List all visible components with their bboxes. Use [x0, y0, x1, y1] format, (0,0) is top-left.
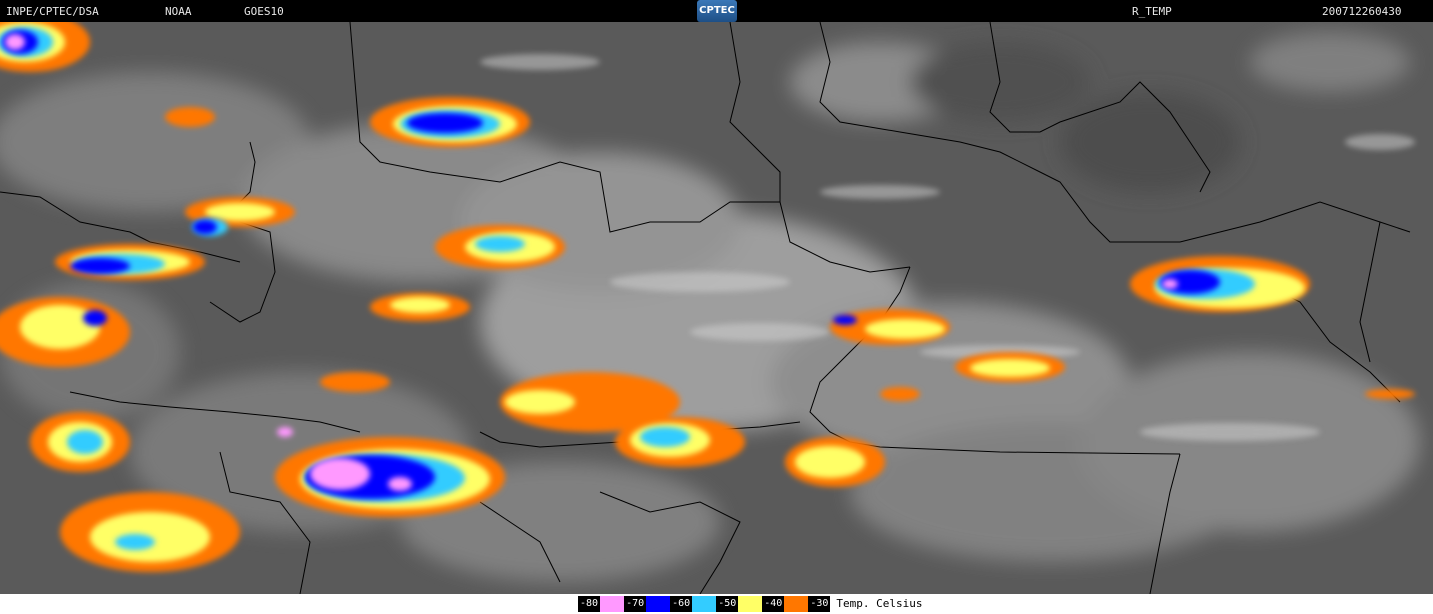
legend-swatch-pink — [600, 596, 625, 612]
legend-label-2: -70 — [624, 596, 647, 612]
temperature-legend: -80 -70 -60 -50 -40 -30 Temp. Celsius — [0, 594, 1433, 614]
legend-swatch-orange — [784, 596, 809, 612]
satellite-image — [0, 22, 1433, 594]
satellite-label: GOES10 — [244, 5, 284, 18]
legend-label-6: -30 — [808, 596, 831, 612]
satellite-image-svg — [0, 22, 1420, 594]
legend-label-5: -40 — [762, 596, 785, 612]
agency-label: NOAA — [165, 5, 192, 18]
legend-swatch-yellow — [738, 596, 763, 612]
legend-unit: Temp. Celsius — [836, 597, 923, 610]
legend-label-4: -50 — [716, 596, 739, 612]
timestamp-label: 200712260430 — [1322, 5, 1402, 18]
legend-label-3: -60 — [670, 596, 693, 612]
header-bar: INPE/CPTEC/DSA NOAA GOES10 CPTEC R_TEMP … — [0, 0, 1433, 22]
legend-swatch-blue — [646, 596, 671, 612]
legend-strip: -80 -70 -60 -50 -40 -30 Temp. Celsius — [578, 596, 922, 612]
product-label: R_TEMP — [1132, 5, 1172, 18]
legend-swatch-cyan — [692, 596, 717, 612]
source-label: INPE/CPTEC/DSA — [6, 5, 99, 18]
legend-label-1: -80 — [578, 596, 601, 612]
cptec-logo: CPTEC — [697, 0, 737, 22]
